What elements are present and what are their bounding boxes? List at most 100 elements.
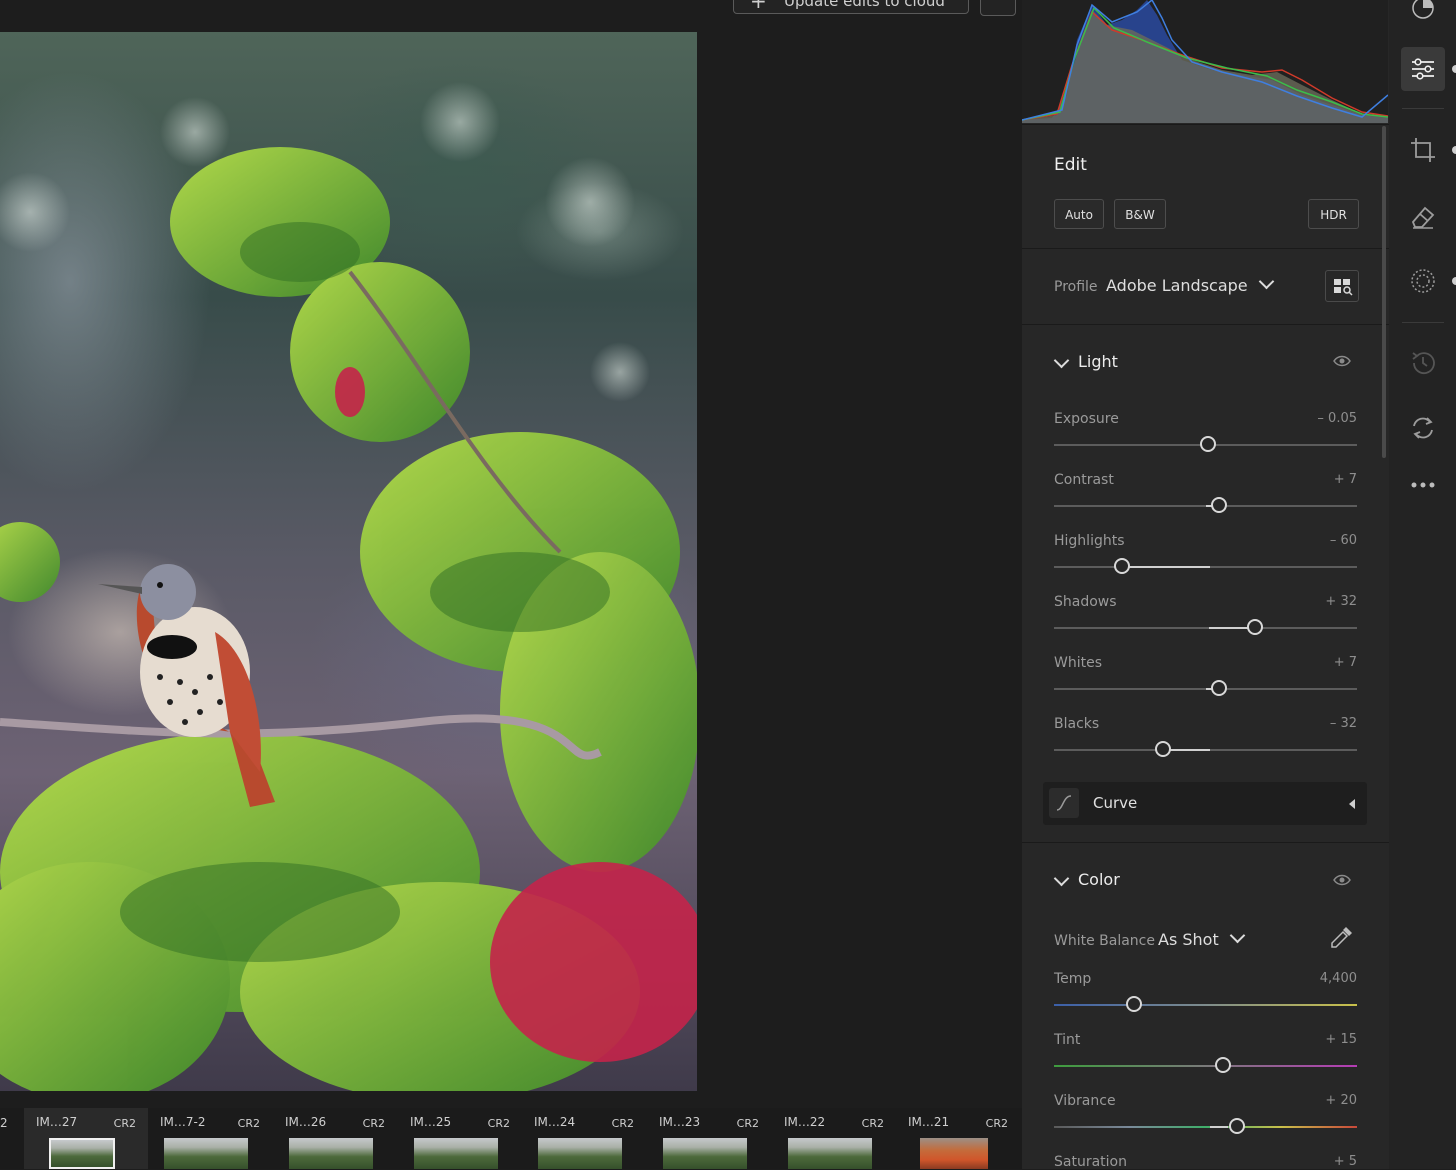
tint-label: Tint <box>1054 1032 1081 1048</box>
white-balance-label: White Balance <box>1054 933 1155 949</box>
bw-button[interactable]: B&W <box>1114 199 1166 229</box>
filmstrip-item[interactable]: IM…22 CR2 <box>772 1108 896 1169</box>
tint-slider[interactable] <box>1054 1065 1357 1067</box>
shadows-slider-thumb[interactable] <box>1247 619 1263 635</box>
light-title: Light <box>1078 352 1118 371</box>
blacks-slider-thumb[interactable] <box>1155 741 1171 757</box>
temp-label: Temp <box>1054 971 1092 987</box>
photo-image <box>0 32 697 1091</box>
filmstrip-thumbnail <box>663 1138 747 1169</box>
filmstrip-thumbnail <box>289 1138 373 1169</box>
saturation-value[interactable]: + 5 <box>1277 1154 1357 1169</box>
edit-title: Edit <box>1054 155 1087 175</box>
exposure-slider-thumb[interactable] <box>1200 436 1216 452</box>
update-options-button[interactable] <box>980 0 1016 16</box>
contrast-label: Contrast <box>1054 472 1114 488</box>
temp-value[interactable]: 4,400 <box>1277 971 1357 986</box>
profile-browser-button[interactable] <box>1325 270 1359 302</box>
filmstrip-item[interactable]: IM…25 CR2 <box>398 1108 522 1169</box>
filmstrip-item[interactable]: IM…26 CR2 <box>273 1108 397 1169</box>
filmstrip-item[interactable]: IM…24 CR2 <box>522 1108 646 1169</box>
eye-icon[interactable] <box>1333 354 1351 368</box>
update-edits-cloud-button[interactable]: + Update edits to cloud <box>733 0 969 14</box>
filmstrip-partial-label: 2 <box>0 1116 8 1130</box>
shadows-value[interactable]: + 32 <box>1277 594 1357 609</box>
chevron-down-icon <box>1229 927 1246 944</box>
sync-icon <box>1413 417 1433 439</box>
edit-panel: Edit Auto B&W HDR Profile Adobe Landscap… <box>1021 0 1389 1170</box>
tint-slider-thumb[interactable] <box>1215 1057 1231 1073</box>
shadows-label: Shadows <box>1054 594 1117 610</box>
crop-icon <box>1411 138 1435 162</box>
filmstrip-thumbnail <box>538 1138 622 1169</box>
blacks-value[interactable]: – 32 <box>1277 716 1357 731</box>
filmstrip-thumbnail <box>788 1138 872 1169</box>
plus-icon: + <box>750 0 767 13</box>
filmstrip-item[interactable]: IM…23 CR2 <box>647 1108 771 1169</box>
chevron-down-icon <box>1053 352 1070 369</box>
histogram <box>1021 0 1389 123</box>
hdr-button[interactable]: HDR <box>1308 199 1359 229</box>
temp-slider[interactable] <box>1054 1004 1357 1006</box>
eye-icon[interactable] <box>1333 873 1351 887</box>
highlights-value[interactable]: – 60 <box>1277 533 1357 548</box>
vibrance-value[interactable]: + 20 <box>1277 1093 1357 1108</box>
crop-button[interactable] <box>1401 128 1445 172</box>
contrast-value[interactable]: + 7 <box>1277 472 1357 487</box>
profile-grid-icon <box>1334 279 1353 296</box>
more-button[interactable] <box>1401 463 1445 507</box>
filmstrip-item[interactable]: IM…21 CR2 <box>896 1108 1020 1169</box>
vibrance-label: Vibrance <box>1054 1093 1116 1109</box>
presets-button[interactable] <box>1401 0 1445 30</box>
highlights-label: Highlights <box>1054 533 1125 549</box>
chevron-down-icon <box>1053 870 1070 887</box>
contrast-slider-thumb[interactable] <box>1211 497 1227 513</box>
curve-row[interactable]: Curve <box>1043 782 1367 825</box>
filmstrip-item[interactable]: IM…7-2 CR2 <box>148 1108 272 1169</box>
whites-label: Whites <box>1054 655 1103 671</box>
white-balance-dropdown[interactable]: As Shot <box>1158 927 1246 954</box>
versions-icon <box>1412 352 1435 375</box>
eyedropper-icon[interactable] <box>1328 925 1354 951</box>
masking-icon <box>1411 269 1435 293</box>
curve-icon <box>1049 788 1079 818</box>
vibrance-slider[interactable] <box>1054 1126 1357 1128</box>
more-icon <box>1411 482 1435 488</box>
highlights-slider-thumb[interactable] <box>1114 558 1130 574</box>
vibrance-slider-thumb[interactable] <box>1229 1118 1245 1134</box>
masking-button[interactable] <box>1401 259 1445 303</box>
photo-canvas[interactable]: + Update edits to cloud <box>0 0 1022 1108</box>
right-toolbar <box>1389 0 1456 1169</box>
exposure-value[interactable]: – 0.05 <box>1277 411 1357 426</box>
temp-slider-thumb[interactable] <box>1126 996 1142 1012</box>
auto-button[interactable]: Auto <box>1054 199 1104 229</box>
tint-value[interactable]: + 15 <box>1277 1032 1357 1047</box>
filmstrip-thumbnail <box>414 1138 498 1169</box>
sync-button[interactable] <box>1401 406 1445 450</box>
shadows-slider[interactable] <box>1054 627 1357 629</box>
exposure-label: Exposure <box>1054 411 1119 427</box>
profile-value: Adobe Landscape <box>1106 276 1248 295</box>
photo-illustration <box>0 82 697 1091</box>
curve-label: Curve <box>1093 794 1138 812</box>
profile-dropdown[interactable]: Adobe Landscape <box>1106 273 1275 300</box>
healing-button[interactable] <box>1401 194 1445 238</box>
edit-button[interactable] <box>1401 47 1445 91</box>
presets-icon <box>1412 0 1434 19</box>
panel-scrollbar[interactable] <box>1382 126 1386 458</box>
versions-button[interactable] <box>1401 341 1445 385</box>
whites-value[interactable]: + 7 <box>1277 655 1357 670</box>
filmstrip-item[interactable]: IM…27 CR2 <box>24 1108 148 1169</box>
filmstrip-thumbnail <box>49 1138 115 1169</box>
healing-icon <box>1411 206 1435 229</box>
profile-label: Profile <box>1054 279 1098 295</box>
filmstrip-thumbnail <box>920 1138 988 1169</box>
color-title: Color <box>1078 870 1120 889</box>
collapse-arrow-icon <box>1349 799 1355 809</box>
chevron-down-icon <box>1258 273 1275 290</box>
filmstrip-thumbnail <box>164 1138 248 1169</box>
whites-slider-thumb[interactable] <box>1211 680 1227 696</box>
saturation-label: Saturation <box>1054 1154 1127 1170</box>
filmstrip[interactable]: 2 IM…27 CR2 IM…7-2 CR2 IM…26 CR2 IM…25 C… <box>0 1108 1022 1169</box>
edit-sliders-icon <box>1412 58 1434 80</box>
